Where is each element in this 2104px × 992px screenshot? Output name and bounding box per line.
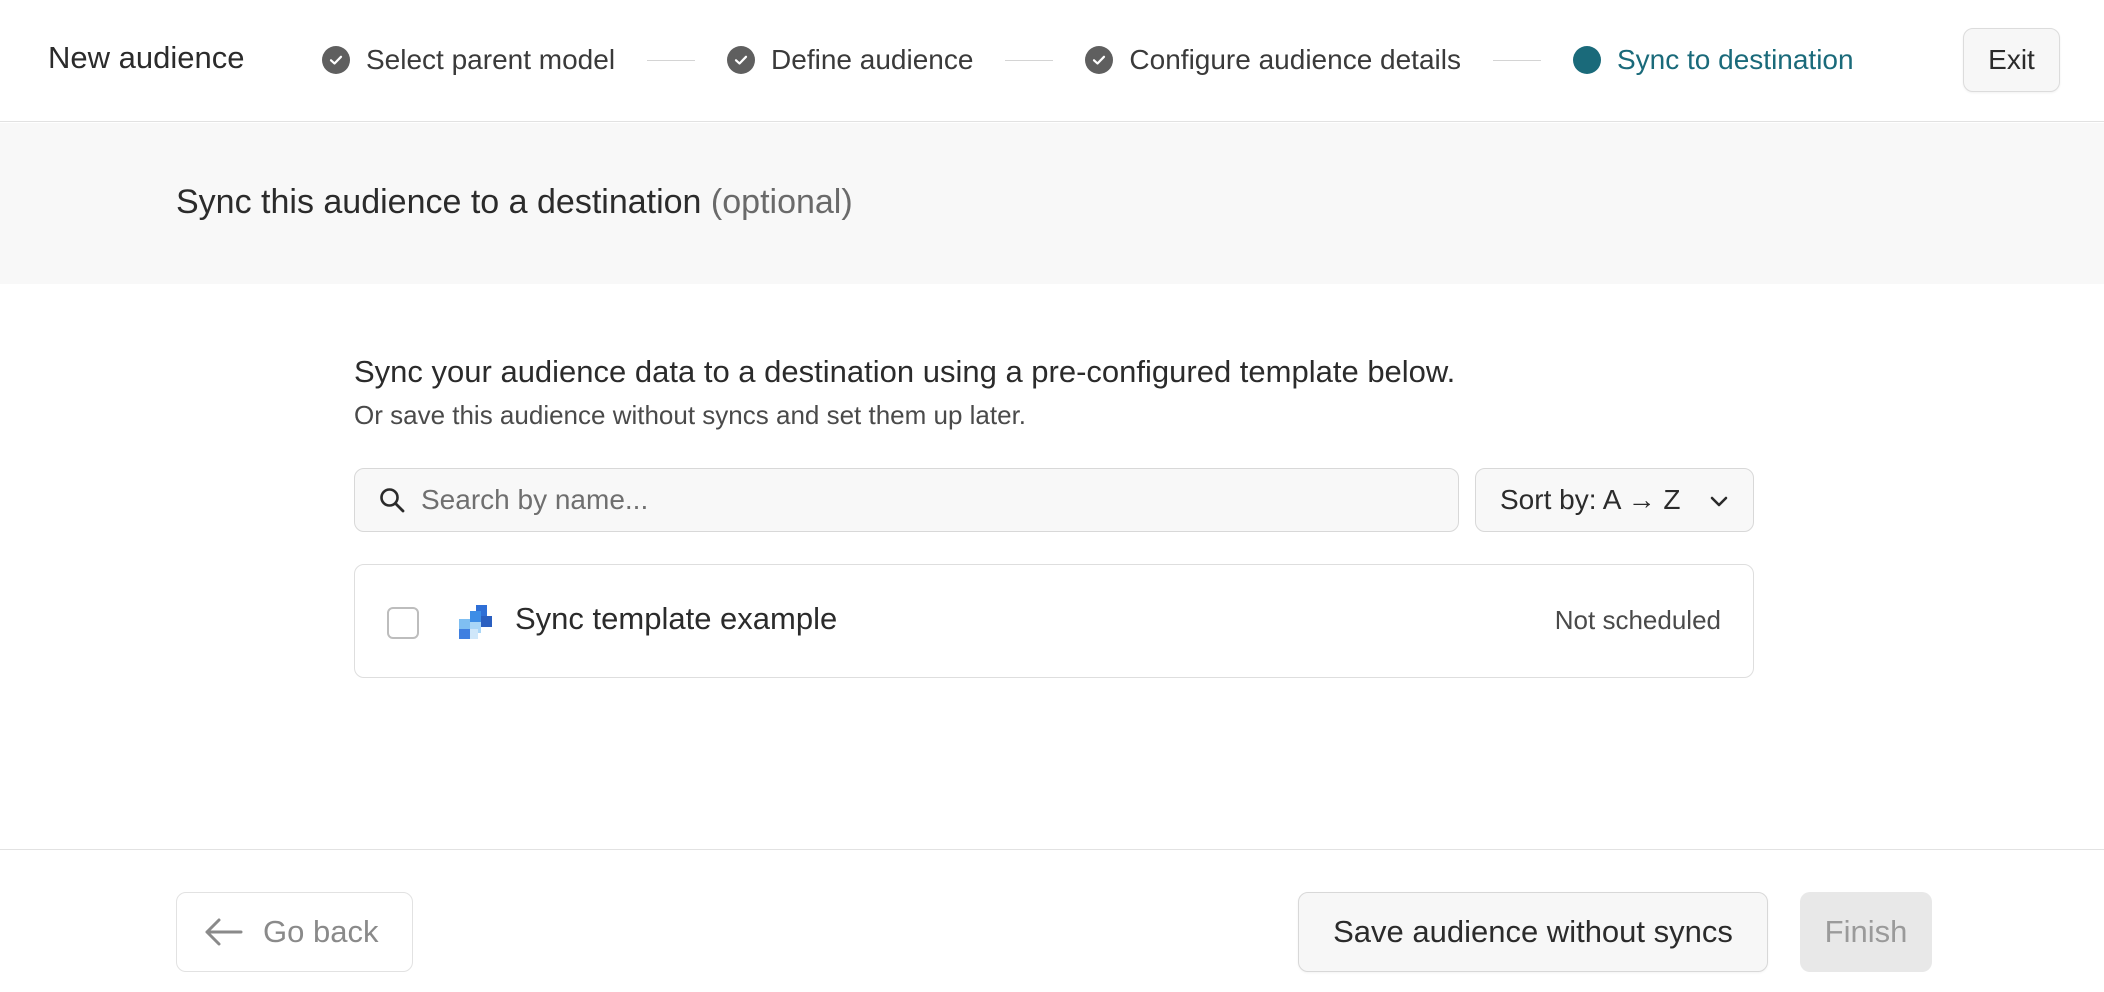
section-title-text: Sync this audience to a destination [176,183,702,221]
intro-primary-text: Sync your audience data to a destination… [354,354,1456,389]
template-name: Sync template example [515,601,838,636]
check-circle-icon [322,46,350,74]
step-select-parent-model[interactable]: Select parent model [322,44,615,76]
dot-circle-icon [1572,46,1601,74]
step-divider [647,59,696,61]
template-status: Not scheduled [1554,605,1721,635]
step-divider [1492,59,1541,61]
check-circle-icon [1085,46,1114,74]
section-header: Sync this audience to a destination (opt… [0,123,2104,284]
template-list: Sync template example Not scheduled [354,564,1754,678]
pixel-squares-icon [459,605,493,639]
check-circle-icon [727,46,756,74]
sort-dropdown[interactable]: Sort by: A → Z [1475,468,1754,532]
search-icon [377,485,407,515]
template-checkbox[interactable] [387,607,419,639]
optional-suffix: (optional) [710,183,853,221]
intro-secondary-text: Or save this audience without syncs and … [354,400,1027,430]
step-label: Define audience [771,44,974,75]
arrow-left-icon [203,916,243,948]
exit-button[interactable]: Exit [1963,28,2060,92]
wizard-footer: Go back Save audience without syncs Fini… [0,849,2104,992]
go-back-label: Go back [263,914,379,949]
search-input[interactable] [421,484,1421,516]
finish-button[interactable]: Finish [1800,892,1932,972]
step-configure-audience-details[interactable]: Configure audience details [1085,44,1461,76]
chevron-down-icon [1707,489,1731,513]
section-title: Sync this audience to a destination (opt… [176,183,853,222]
step-define-audience[interactable]: Define audience [727,44,973,76]
page-title: New audience [48,40,245,75]
step-label: Select parent model [366,44,616,75]
wizard-steps: Select parent model Define audience Conf… [322,40,1854,80]
save-without-syncs-button[interactable]: Save audience without syncs [1298,892,1768,972]
step-label-current: Sync to destination [1616,44,1854,75]
step-label: Configure audience details [1129,44,1461,75]
go-back-button[interactable]: Go back [176,892,413,972]
sort-label: Sort by: A → Z [1500,484,1681,515]
step-sync-to-destination[interactable]: Sync to destination [1572,44,1854,76]
search-box[interactable] [354,468,1459,532]
step-divider [1005,59,1054,61]
wizard-header: New audience Select parent model Define … [0,0,2104,122]
list-item[interactable]: Sync template example Not scheduled [355,565,1753,677]
